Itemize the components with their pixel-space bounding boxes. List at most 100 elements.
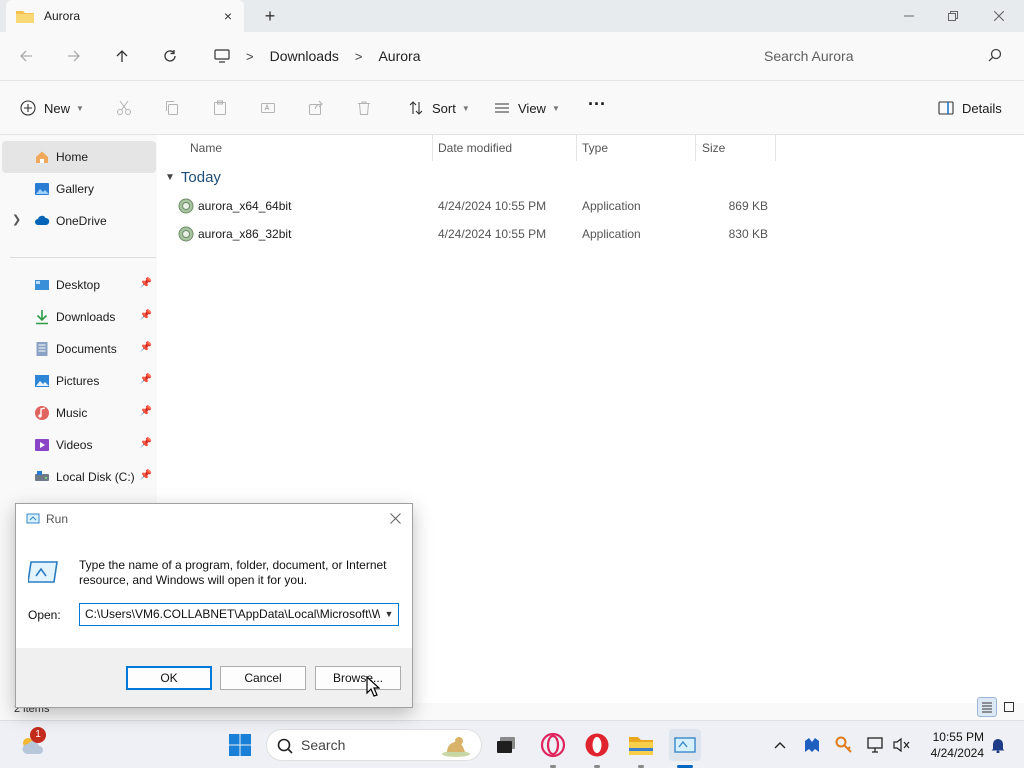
new-tab-button[interactable]: + xyxy=(260,6,280,26)
clock[interactable]: 10:55 PM 4/24/2024 xyxy=(920,729,984,761)
tab-close-button[interactable]: × xyxy=(220,8,236,24)
rename-button[interactable] xyxy=(260,97,276,119)
minimize-button[interactable] xyxy=(886,0,932,32)
search-highlight-icon xyxy=(442,737,470,757)
dropdown-arrow-icon[interactable]: ▼ xyxy=(380,604,398,625)
column-separator[interactable] xyxy=(695,135,696,161)
column-header-size[interactable]: Size xyxy=(702,135,725,161)
pin-icon[interactable]: 📌 xyxy=(140,278,152,289)
cut-button[interactable] xyxy=(116,97,132,119)
tray-volume[interactable] xyxy=(888,729,916,761)
copy-button[interactable] xyxy=(164,97,180,119)
file-size: 830 KB xyxy=(728,227,768,241)
sidebar-item-label: Music xyxy=(56,406,88,420)
column-header-type[interactable]: Type xyxy=(582,135,608,161)
paste-button[interactable] xyxy=(212,97,228,119)
tab-aurora[interactable]: Aurora × xyxy=(6,0,244,32)
refresh-button[interactable] xyxy=(158,44,182,68)
close-window-button[interactable] xyxy=(976,0,1022,32)
new-button[interactable]: New ▼ xyxy=(20,97,84,119)
sidebar-item-music[interactable]: Music 📌 xyxy=(2,397,156,429)
cancel-button[interactable]: Cancel xyxy=(220,666,306,690)
tiles-view-button[interactable] xyxy=(999,697,1019,717)
open-combobox[interactable]: C:\Users\VM6.COLLABNET\AppData\Local\Mic… xyxy=(79,603,399,626)
breadcrumb-downloads[interactable]: Downloads xyxy=(270,48,339,64)
notifications-button[interactable] xyxy=(986,729,1010,761)
restore-icon xyxy=(948,11,958,21)
start-button[interactable] xyxy=(224,729,256,761)
view-button[interactable]: View ▼ xyxy=(494,97,560,119)
breadcrumb-separator: > xyxy=(354,48,363,64)
folder-icon xyxy=(16,11,34,23)
folder-icon xyxy=(629,737,653,755)
minimize-icon xyxy=(904,15,914,17)
show-hidden-icons-button[interactable] xyxy=(766,729,794,761)
title-bar: Aurora × + xyxy=(0,0,1024,32)
column-header-date[interactable]: Date modified xyxy=(438,135,512,161)
sidebar-item-documents[interactable]: Documents 📌 xyxy=(2,333,156,365)
details-button[interactable]: Details xyxy=(938,97,1002,119)
sidebar-item-downloads[interactable]: Downloads 📌 xyxy=(2,301,156,333)
sidebar-item-gallery[interactable]: Gallery xyxy=(2,173,156,205)
tray-malwarebytes[interactable] xyxy=(798,729,826,761)
pin-icon[interactable]: 📌 xyxy=(140,310,152,321)
sidebar-item-local-disk[interactable]: Local Disk (C:) 📌 xyxy=(2,461,156,493)
file-type: Application xyxy=(582,199,641,213)
arrow-right-icon xyxy=(68,50,80,62)
tray-network[interactable] xyxy=(862,729,890,761)
opera-icon xyxy=(585,733,609,757)
videos-icon xyxy=(35,439,49,451)
column-separator[interactable] xyxy=(432,135,433,161)
run-description: Type the name of a program, folder, docu… xyxy=(79,558,387,587)
open-label: Open: xyxy=(28,608,61,622)
chevron-down-icon: ▼ xyxy=(461,103,470,113)
opera-app[interactable] xyxy=(581,729,613,761)
key-icon xyxy=(835,736,852,753)
back-button[interactable] xyxy=(14,44,38,68)
column-header-name[interactable]: Name xyxy=(190,135,222,161)
sidebar-item-home[interactable]: Home xyxy=(2,141,156,173)
up-button[interactable] xyxy=(110,44,134,68)
breadcrumb-aurora[interactable]: Aurora xyxy=(378,48,420,64)
pin-icon[interactable]: 📌 xyxy=(140,470,152,481)
pin-icon[interactable]: 📌 xyxy=(140,406,152,417)
notification-badge: 1 xyxy=(30,727,46,743)
column-separator[interactable] xyxy=(775,135,776,161)
table-row[interactable]: aurora_x64_64bit 4/24/2024 10:55 PM Appl… xyxy=(167,193,777,219)
pin-icon[interactable]: 📌 xyxy=(140,374,152,385)
task-view-button[interactable] xyxy=(490,729,522,761)
share-icon xyxy=(309,100,323,115)
browse-button[interactable]: Browse... xyxy=(315,666,401,690)
opera-gx-icon xyxy=(540,732,566,758)
share-button[interactable] xyxy=(308,97,324,119)
details-label: Details xyxy=(962,100,1002,116)
forward-button[interactable] xyxy=(62,44,86,68)
delete-button[interactable] xyxy=(356,97,372,119)
sidebar-item-onedrive[interactable]: OneDrive xyxy=(2,205,156,237)
maximize-button[interactable] xyxy=(930,0,976,32)
sidebar-item-videos[interactable]: Videos 📌 xyxy=(2,429,156,461)
sort-button[interactable]: Sort ▼ xyxy=(408,97,470,119)
address-bar[interactable]: > Downloads > Aurora xyxy=(202,40,738,72)
more-options-button[interactable]: ··· xyxy=(588,93,606,115)
chevron-down-icon: ▼ xyxy=(76,103,84,113)
run-app[interactable] xyxy=(669,729,701,761)
opera-gx-app[interactable] xyxy=(537,729,569,761)
pin-icon[interactable]: 📌 xyxy=(140,438,152,449)
taskbar-search[interactable]: Search xyxy=(266,729,482,761)
sidebar-item-pictures[interactable]: Pictures 📌 xyxy=(2,365,156,397)
table-row[interactable]: aurora_x86_32bit 4/24/2024 10:55 PM Appl… xyxy=(167,221,777,247)
run-close-button[interactable] xyxy=(386,510,404,528)
ok-button[interactable]: OK xyxy=(126,666,212,690)
group-header-today[interactable]: ▼ Today xyxy=(165,169,221,186)
search-box[interactable]: Search Aurora xyxy=(750,40,1014,72)
tray-key[interactable] xyxy=(830,729,858,761)
file-explorer-app[interactable] xyxy=(625,729,657,761)
column-separator[interactable] xyxy=(576,135,577,161)
details-view-button[interactable] xyxy=(977,697,997,717)
pin-icon[interactable]: 📌 xyxy=(140,342,152,353)
sidebar-item-desktop[interactable]: Desktop 📌 xyxy=(2,269,156,301)
open-input-value[interactable]: C:\Users\VM6.COLLABNET\AppData\Local\Mic… xyxy=(85,607,383,621)
volume-muted-icon xyxy=(893,737,910,753)
run-dialog-titlebar[interactable]: Run xyxy=(16,504,412,534)
